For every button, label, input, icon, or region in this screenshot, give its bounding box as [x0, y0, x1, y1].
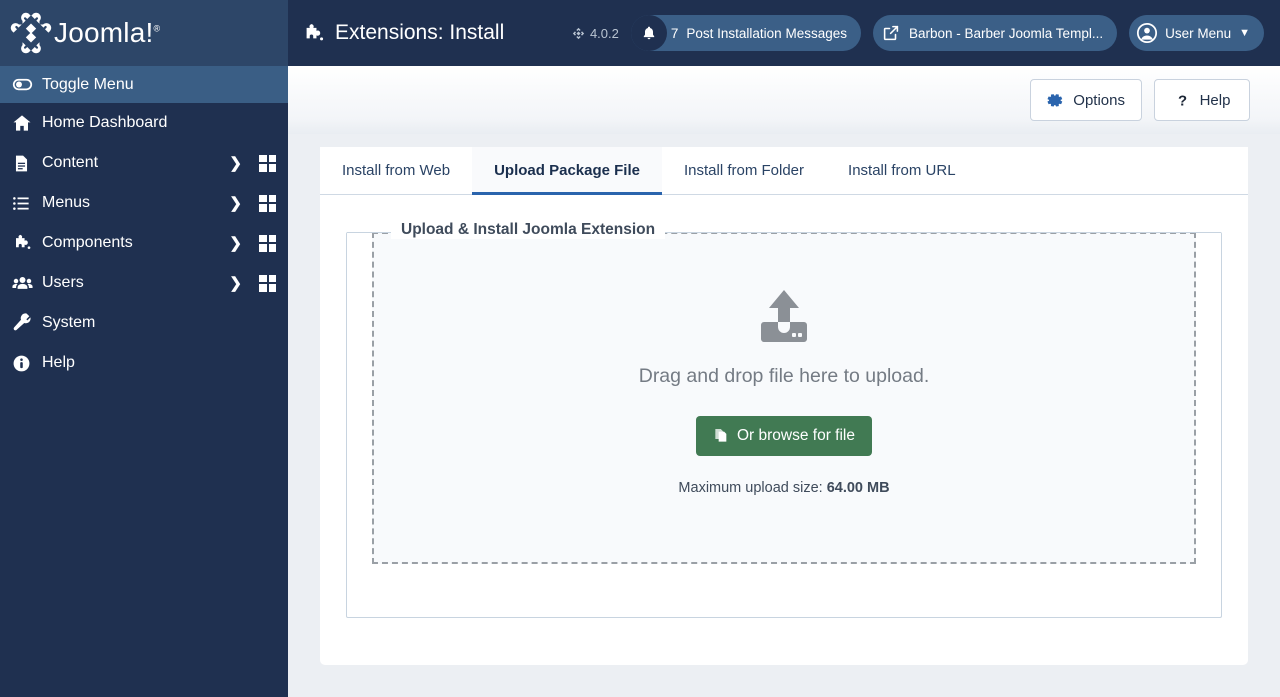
install-tabs: Install from Web Upload Package File Ins… — [320, 147, 1248, 195]
browse-for-file-button[interactable]: Or browse for file — [695, 416, 872, 456]
sidebar-item-label: Content — [42, 154, 99, 171]
header-actions: 4.0.2 7 Post Installation Messages Barbo… — [572, 15, 1280, 51]
top-header: Extensions: Install 4.0.2 7 Post Install… — [288, 0, 1280, 66]
puzzle-icon — [302, 22, 325, 45]
registered-mark: ® — [153, 23, 161, 34]
toolbar: Options ? Help — [288, 66, 1280, 134]
gear-icon — [1047, 92, 1064, 109]
info-circle-icon — [12, 354, 42, 373]
content-area: Install from Web Upload Package File Ins… — [288, 134, 1280, 697]
messages-label: Post Installation Messages — [686, 25, 847, 41]
tab-label: Install from URL — [848, 162, 956, 179]
brand-name: Joomla!® — [54, 17, 161, 48]
sidebar-item-label: Menus — [42, 194, 91, 211]
chevron-right-icon[interactable]: ❯ — [229, 196, 242, 211]
sidebar: Joomla!® Toggle Menu Home Dashboard Cont… — [0, 0, 288, 697]
svg-text:?: ? — [1178, 93, 1187, 109]
sidebar-item-help[interactable]: Help — [0, 343, 288, 383]
joomla-logo-icon — [10, 12, 52, 54]
chevron-down-icon: ▼ — [1239, 27, 1250, 39]
sidebar-item-label: Users — [42, 274, 84, 291]
messages-count: 7 — [670, 25, 679, 41]
site-preview-button[interactable]: Barbon - Barber Joomla Templ... — [872, 15, 1118, 51]
fieldset-border-right — [647, 232, 1221, 233]
page-title-text: Extensions: Install — [335, 21, 505, 44]
user-circle-icon — [1129, 15, 1165, 51]
toggle-icon — [12, 74, 42, 95]
sidebar-item-menus[interactable]: Menus ❯ — [0, 183, 288, 223]
browse-button-label: Or browse for file — [736, 427, 855, 444]
copy-files-icon — [713, 428, 729, 444]
max-upload-size-value: 64.00 MB — [826, 480, 890, 496]
external-link-icon — [873, 15, 909, 51]
sidebar-item-label: Help — [42, 354, 75, 371]
joomla-mark-icon — [572, 27, 585, 40]
home-icon — [12, 113, 42, 133]
sidebar-item-home-dashboard[interactable]: Home Dashboard — [0, 103, 288, 143]
users-icon — [12, 273, 42, 294]
dashboard-grid-icon[interactable] — [259, 194, 276, 212]
fieldset-border-left — [347, 232, 391, 233]
dashboard-grid-icon[interactable] — [259, 154, 276, 172]
version-text: 4.0.2 — [589, 25, 619, 41]
site-name: Barbon - Barber Joomla Templ... — [908, 25, 1104, 41]
brand-logo[interactable]: Joomla!® — [0, 0, 288, 66]
max-upload-size: Maximum upload size: 64.00 MB — [678, 480, 889, 496]
list-icon — [12, 194, 42, 213]
help-button[interactable]: ? Help — [1154, 79, 1250, 121]
tab-install-from-web[interactable]: Install from Web — [320, 147, 472, 194]
dashboard-grid-icon[interactable] — [259, 234, 276, 252]
document-icon — [12, 154, 42, 173]
tab-label: Install from Web — [342, 162, 451, 179]
sidebar-item-label: System — [42, 314, 96, 331]
tab-install-from-folder[interactable]: Install from Folder — [662, 147, 826, 194]
options-button[interactable]: Options — [1030, 79, 1142, 121]
install-card: Install from Web Upload Package File Ins… — [320, 147, 1248, 665]
max-upload-size-label: Maximum upload size: — [678, 480, 827, 496]
dashboard-grid-icon[interactable] — [259, 274, 276, 292]
sidebar-item-label: Toggle Menu — [42, 75, 134, 93]
post-installation-messages-button[interactable]: 7 Post Installation Messages — [630, 15, 861, 51]
sidebar-item-components[interactable]: Components ❯ — [0, 223, 288, 263]
user-menu-label: User Menu — [1165, 25, 1232, 41]
sidebar-item-label: Components — [42, 234, 133, 251]
chevron-right-icon[interactable]: ❯ — [229, 156, 242, 171]
options-label: Options — [1073, 91, 1125, 109]
user-menu-button[interactable]: User Menu ▼ — [1129, 15, 1264, 51]
tab-upload-package-file[interactable]: Upload Package File — [472, 147, 662, 195]
tab-install-from-url[interactable]: Install from URL — [826, 147, 978, 194]
sidebar-item-users[interactable]: Users ❯ — [0, 263, 288, 303]
sidebar-item-system[interactable]: System — [0, 303, 288, 343]
tab-label: Upload Package File — [494, 162, 640, 179]
chevron-right-icon[interactable]: ❯ — [229, 236, 242, 251]
sidebar-item-label: Home Dashboard — [42, 114, 168, 131]
bell-icon — [630, 15, 667, 51]
dropzone-text: Drag and drop file here to upload. — [638, 365, 930, 387]
tab-label: Install from Folder — [683, 162, 805, 179]
sidebar-item-content[interactable]: Content ❯ — [0, 143, 288, 183]
question-mark-icon: ? — [1174, 92, 1191, 109]
fieldset-legend: Upload & Install Joomla Extension — [391, 221, 666, 239]
joomla-version-badge: 4.0.2 — [572, 26, 619, 41]
help-label: Help — [1199, 91, 1231, 109]
sidebar-item-toggle-menu[interactable]: Toggle Menu — [0, 66, 288, 103]
file-dropzone[interactable]: Drag and drop file here to upload. Or br… — [372, 232, 1196, 564]
wrench-icon — [12, 313, 42, 333]
chevron-right-icon[interactable]: ❯ — [229, 276, 242, 291]
puzzle-icon — [12, 233, 42, 253]
page-title: Extensions: Install — [302, 21, 504, 45]
upload-fieldset: Upload & Install Joomla Extension Drag a… — [346, 221, 1222, 618]
upload-icon — [752, 289, 816, 345]
